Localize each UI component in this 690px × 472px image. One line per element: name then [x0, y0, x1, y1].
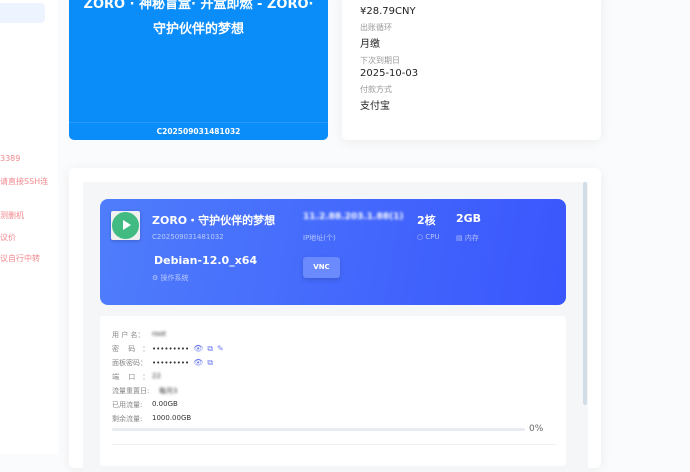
panel-password-field: ••••••••• 👁 ⧉: [152, 358, 213, 368]
memory-value: 2GB: [456, 212, 482, 225]
billing-card: ¥28.79CNY 出账循环 月缴 下次到期日 2025-10-03 付款方式 …: [342, 0, 601, 140]
panel-password-label: 面板密码：: [112, 359, 147, 367]
sidebar-note: 议价: [0, 233, 16, 242]
memory-label-text: 内存: [464, 234, 479, 242]
cycle-value: 月缴: [360, 39, 380, 50]
edit-icon[interactable]: ✎: [217, 344, 224, 353]
remain-label: 剩余流量:: [112, 415, 143, 423]
username-value: root: [152, 330, 167, 338]
traffic-percent: 0%: [529, 424, 544, 434]
ip-address: 11.2.88.203.1.88(1): [303, 212, 404, 222]
server-code: C202509031481032: [152, 233, 224, 241]
reset-label: 流量重置日:: [112, 387, 150, 395]
play-icon: [112, 212, 139, 239]
reset-value: 每月3: [159, 387, 178, 395]
cpu-icon: ○: [417, 233, 424, 241]
product-card: ZORO · 神秘盲盒· 开盒即燃 - ZORO· 守护伙伴的梦想 C20250…: [69, 0, 328, 140]
server-card: ZORO・守护伙伴的梦想 C202509031481032 Debian-12.…: [100, 199, 566, 305]
os-name: Debian-12.0_x64: [154, 254, 258, 267]
os-label-text: 操作系统: [160, 274, 189, 282]
cpu-value: 2核: [417, 214, 436, 227]
sidebar: 3389 请直接SSH连 测删机 议价 议自行中转: [0, 0, 58, 454]
payment-label: 付款方式: [360, 85, 392, 94]
scrollbar[interactable]: [583, 182, 587, 405]
used-label: 已用流量:: [112, 401, 143, 409]
password-label: 密 码 ：: [112, 345, 150, 353]
eye-icon[interactable]: 👁: [193, 344, 203, 353]
remain-value: 1000.00GB: [152, 414, 192, 422]
server-panel: ZORO・守护伙伴的梦想 C202509031481032 Debian-12.…: [69, 168, 601, 472]
sidebar-note: 请直接SSH连: [0, 177, 49, 186]
gear-icon: ⚙: [152, 274, 159, 282]
port-value: 22: [152, 372, 161, 380]
product-title: ZORO · 神秘盲盒· 开盒即燃 - ZORO· 守护伙伴的梦想: [83, 0, 314, 37]
copy-icon[interactable]: ⧉: [207, 358, 213, 367]
sidebar-note: 议自行中转: [0, 254, 40, 263]
sidebar-note: 测删机: [0, 211, 24, 220]
cpu-label-text: CPU: [425, 233, 440, 241]
billing-amount: ¥28.79CNY: [360, 6, 416, 17]
cpu-label: ○ CPU: [417, 233, 440, 241]
panel-password-value: •••••••••: [152, 359, 190, 367]
eye-icon[interactable]: 👁: [193, 358, 203, 367]
used-value: 0.00GB: [152, 400, 178, 408]
credentials-panel: 用 户 名： root 密 码 ： ••••••••• 👁 ⧉ ✎ 面板密码： ••••••…: [100, 316, 566, 466]
password-value: •••••••••: [152, 345, 190, 353]
password-field: ••••••••• 👁 ⧉ ✎: [152, 344, 224, 354]
os-label: ⚙ 操作系统: [152, 273, 189, 283]
ip-label: IP地址(个): [303, 234, 336, 242]
copy-icon[interactable]: ⧉: [207, 344, 213, 353]
port-label: 端 口 ：: [112, 373, 150, 381]
due-value: 2025-10-03: [360, 68, 419, 79]
cycle-label: 出账循环: [360, 23, 392, 32]
memory-label: ▤ 内存: [456, 233, 479, 243]
server-name: ZORO・守护伙伴的梦想: [152, 214, 276, 227]
username-label: 用 户 名：: [112, 331, 145, 339]
product-code: C202509031481032: [69, 122, 328, 140]
memory-icon: ▤: [456, 234, 463, 242]
start-button[interactable]: [111, 211, 140, 240]
payment-value: 支付宝: [360, 101, 390, 112]
sidebar-active-item[interactable]: [0, 3, 45, 23]
vnc-button[interactable]: VNC: [303, 257, 340, 278]
divider: [112, 444, 556, 445]
due-label: 下次到期日: [360, 56, 400, 65]
traffic-progress-bar: [112, 428, 525, 431]
sidebar-note: 3389: [0, 154, 21, 163]
